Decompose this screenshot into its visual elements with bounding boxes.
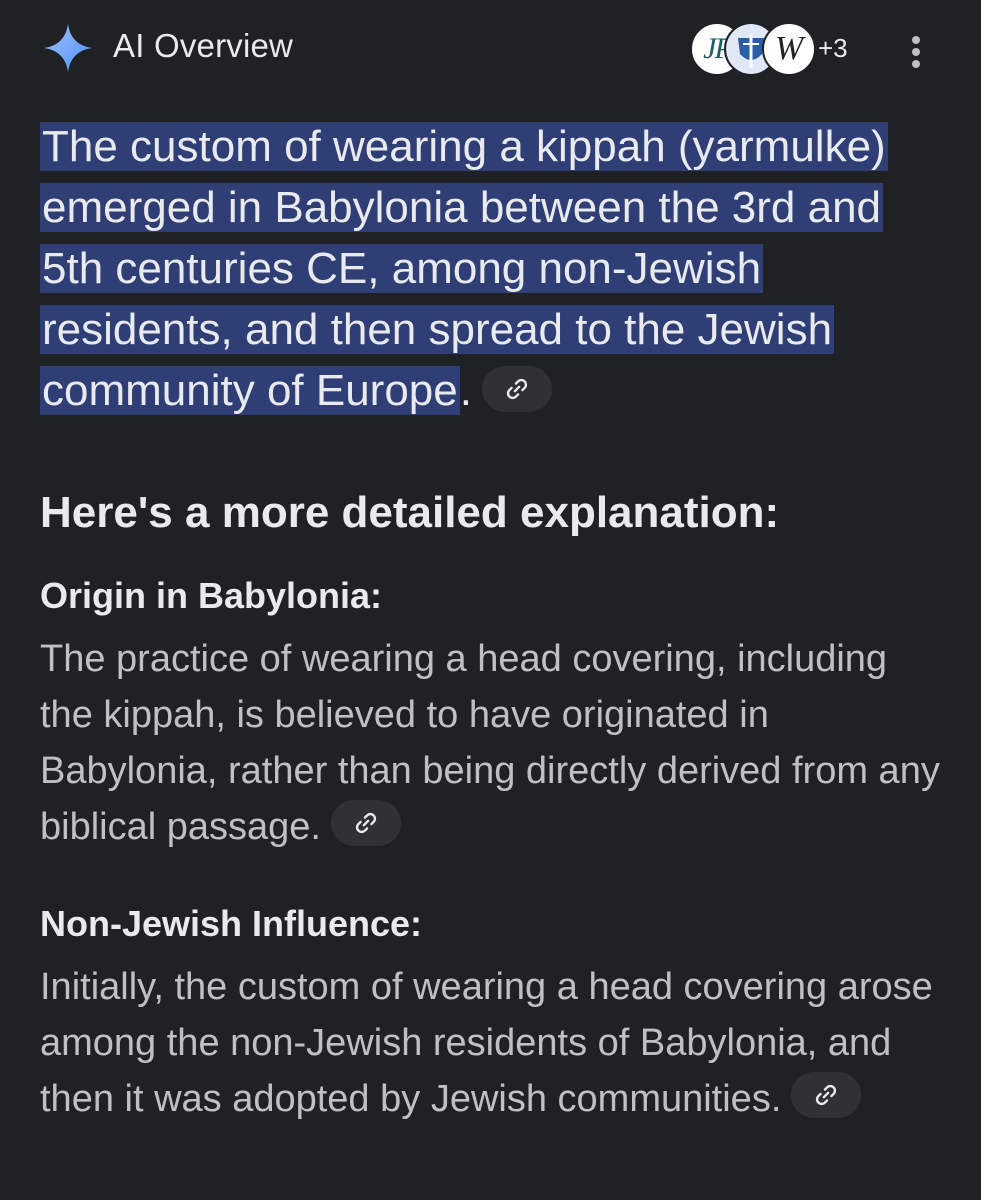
- item-text-influence: Initially, the custom of wearing a head …: [40, 966, 933, 1120]
- link-chip-button[interactable]: [791, 1071, 862, 1118]
- wikipedia-source-icon[interactable]: W: [762, 22, 816, 76]
- link-chip-button[interactable]: [330, 799, 401, 846]
- link-chip-button[interactable]: [481, 366, 552, 413]
- item-text-origin: The practice of wearing a head covering,…: [40, 638, 940, 848]
- details-heading: Here's a more detailed explanation:: [40, 488, 780, 537]
- link-icon: [506, 379, 528, 400]
- ai-overview-header: AI Overview JP W +3: [0, 0, 981, 100]
- item-title-origin: Origin in Babylonia:: [40, 575, 383, 616]
- more-sources-count[interactable]: +3: [818, 32, 848, 64]
- link-icon: [355, 812, 377, 834]
- overview-content: The custom of wearing a kippah (yarmulke…: [40, 116, 945, 1127]
- sparkle-icon: [44, 24, 92, 72]
- item-title-influence: Non-Jewish Influence:: [40, 903, 423, 944]
- more-vert-icon[interactable]: [900, 28, 930, 72]
- link-icon: [816, 1084, 837, 1106]
- header-title: AI Overview: [113, 27, 294, 64]
- summary-paragraph: The custom of wearing a kippah (yarmulke…: [40, 116, 945, 421]
- summary-period: .: [459, 366, 472, 415]
